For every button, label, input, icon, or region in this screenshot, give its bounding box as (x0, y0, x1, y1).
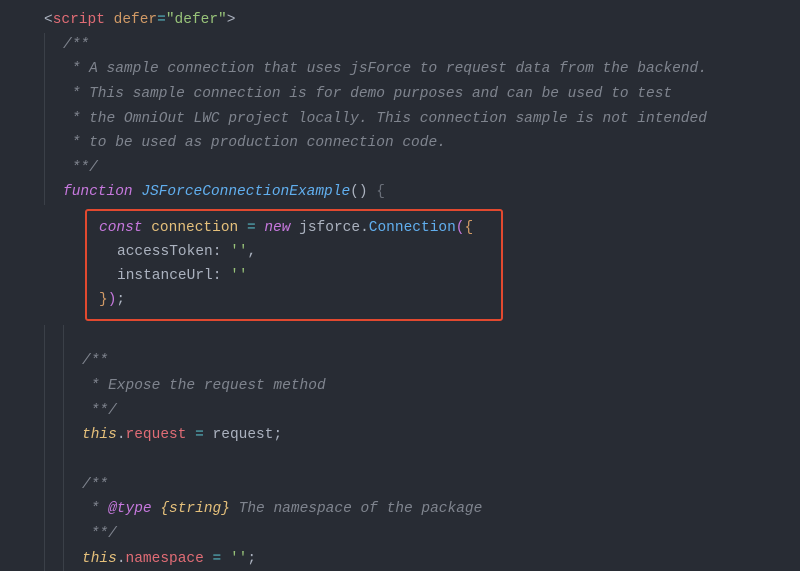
code-line: this.namespace = ''; (30, 547, 800, 571)
code-line: * to be used as production connection co… (30, 131, 800, 156)
code-line: function JSForceConnectionExample() { (30, 180, 800, 205)
code-line (30, 448, 800, 473)
code-line: accessToken: '', (93, 241, 495, 265)
code-line: **/ (30, 156, 800, 181)
code-line (30, 325, 800, 350)
highlighted-code-block: const connection = new jsforce.Connectio… (85, 209, 503, 321)
code-line: /** (30, 349, 800, 374)
code-line: }); (93, 289, 495, 313)
code-line: <script defer="defer"> (30, 8, 800, 33)
code-line: * A sample connection that uses jsForce … (30, 57, 800, 82)
code-line: **/ (30, 522, 800, 547)
code-line: /** (30, 473, 800, 498)
code-line: * the OmniOut LWC project locally. This … (30, 107, 800, 132)
code-line: **/ (30, 399, 800, 424)
code-line: const connection = new jsforce.Connectio… (93, 217, 495, 241)
code-line: /** (30, 33, 800, 58)
code-line: this.request = request; (30, 423, 800, 448)
code-line: instanceUrl: '' (93, 265, 495, 289)
code-line: * Expose the request method (30, 374, 800, 399)
code-line: * This sample connection is for demo pur… (30, 82, 800, 107)
code-line: * @type {string} The namespace of the pa… (30, 497, 800, 522)
